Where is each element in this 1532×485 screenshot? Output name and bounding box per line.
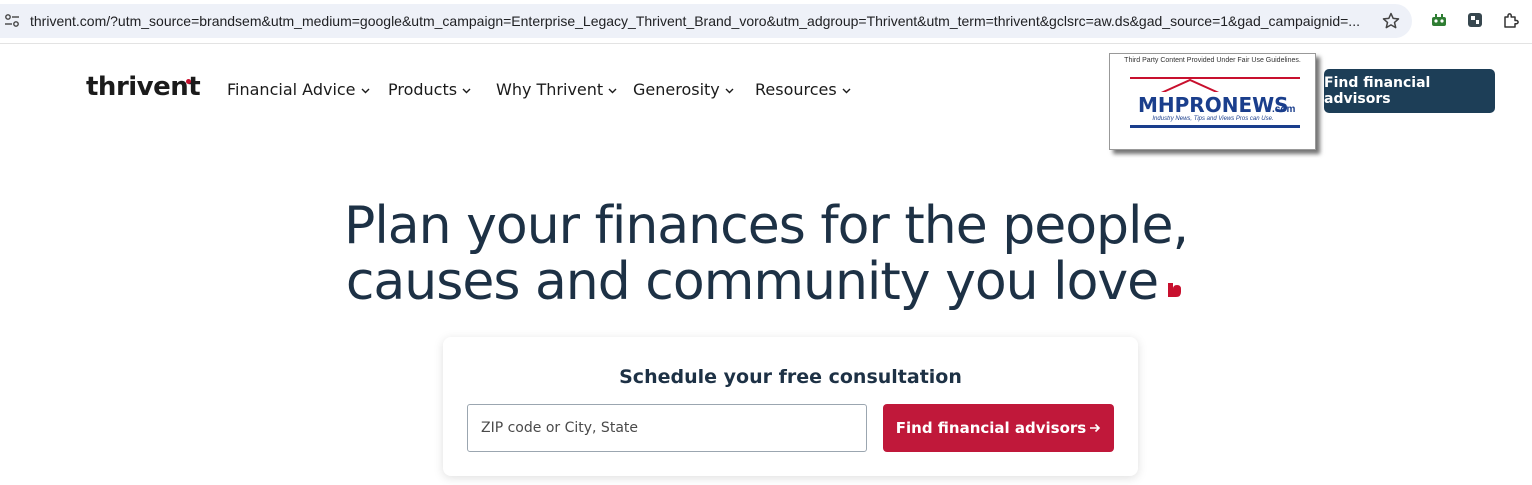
site-info-icon[interactable] — [4, 13, 20, 29]
watermark-domain: .com — [1272, 104, 1295, 115]
find-advisors-button-label: Find financial advisors — [895, 419, 1087, 437]
mhpronews-logo: MHPRONEWS .com Industry News, Tips and V… — [1130, 77, 1300, 128]
hero-heading-line-2: causes and community you love — [345, 252, 1159, 312]
chevron-down-icon — [361, 88, 370, 93]
heart-mark-icon — [1168, 283, 1181, 297]
address-bar[interactable]: thrivent.com/?utm_source=brandsem&utm_me… — [0, 4, 1412, 38]
nav-why-thrivent[interactable]: Why Thrivent — [496, 80, 617, 99]
browser-toolbar: thrivent.com/?utm_source=brandsem&utm_me… — [0, 0, 1532, 44]
mhpronews-watermark: Third Party Content Provided Under Fair … — [1109, 53, 1316, 150]
watermark-tagline: Industry News, Tips and Views Pros can U… — [1152, 116, 1273, 122]
bookmark-star-icon[interactable] — [1381, 11, 1401, 31]
nav-resources[interactable]: Resources — [755, 80, 851, 99]
nav-financial-advice[interactable]: Financial Advice — [227, 80, 370, 99]
nav-label: Generosity — [633, 80, 720, 99]
arrow-right-icon — [1090, 423, 1101, 433]
hero-heading-line-1: Plan your finances for the people, — [343, 196, 1189, 256]
nav-label: Financial Advice — [227, 80, 356, 99]
nav-generosity[interactable]: Generosity — [633, 80, 734, 99]
url-text[interactable]: thrivent.com/?utm_source=brandsem&utm_me… — [30, 13, 1360, 29]
consultation-card: Schedule your free consultation Find fin… — [443, 337, 1138, 476]
extension-icon[interactable] — [1466, 11, 1484, 29]
chevron-down-icon — [725, 88, 734, 93]
watermark-brand: MHPRONEWS — [1138, 93, 1289, 117]
puzzle-icon[interactable] — [1502, 11, 1520, 29]
chevron-down-icon — [462, 88, 471, 93]
find-advisors-header-button[interactable]: Find financial advisors — [1324, 69, 1495, 113]
nav-label: Why Thrivent — [496, 80, 604, 99]
consultation-title: Schedule your free consultation — [619, 366, 962, 388]
chevron-down-icon — [608, 88, 617, 93]
extension-icon[interactable] — [1430, 11, 1448, 29]
nav-label: Resources — [755, 80, 837, 99]
logo-dot — [186, 79, 191, 84]
chevron-down-icon — [842, 88, 851, 93]
nav-products[interactable]: Products — [388, 80, 471, 99]
thrivent-logo[interactable]: thrivent — [86, 72, 201, 102]
nav-label: Products — [388, 80, 458, 99]
find-advisors-button[interactable]: Find financial advisors — [883, 404, 1114, 452]
zip-city-state-input[interactable] — [467, 404, 867, 452]
